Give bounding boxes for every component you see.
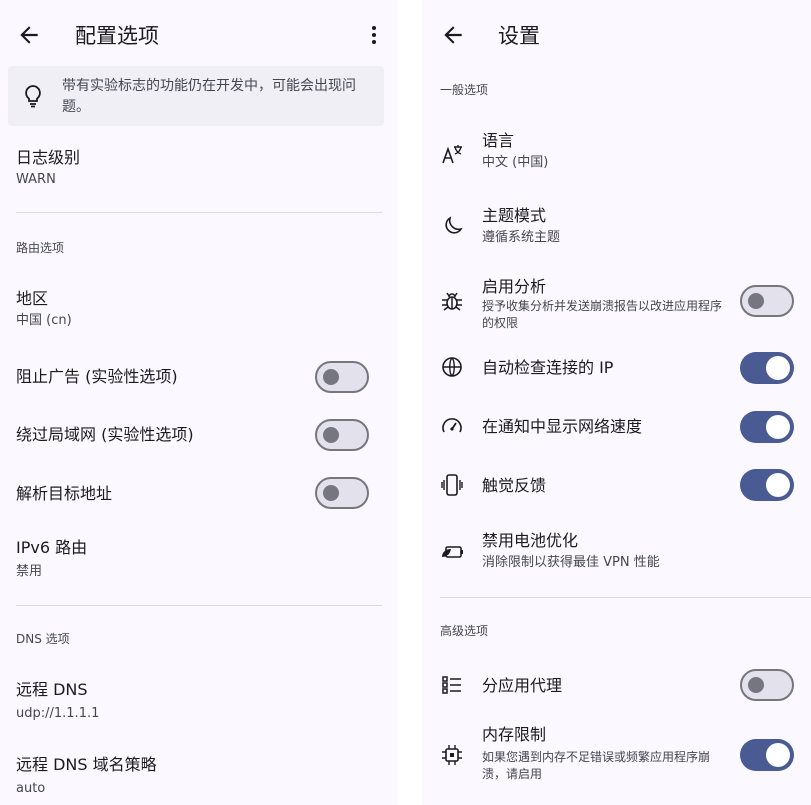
bug-icon xyxy=(442,292,462,311)
translate-icon xyxy=(442,145,462,164)
settings-screen: 设置 一般选项 语言 中文 (中国) 主题模式 遵循系统主题 启用分析 授予收集… xyxy=(422,0,811,805)
theme-mode-value: 遵循系统主题 xyxy=(482,230,561,245)
app-bar: 设置 xyxy=(422,0,811,72)
divider xyxy=(440,597,811,598)
moon-icon xyxy=(445,216,463,234)
resolve-destination-title: 解析目标地址 xyxy=(16,484,113,503)
memory-limit-description: 如果您遇到内存不足错误或频繁应用程序崩溃，请启用 xyxy=(482,750,711,781)
language-value: 中文 (中国) xyxy=(482,155,549,170)
per-app-proxy-title: 分应用代理 xyxy=(482,676,563,695)
page-title: 配置选项 xyxy=(75,24,159,48)
tip-text: 带有实验标志的功能仍在开发中，可能会出现问题。 xyxy=(62,78,356,115)
memory-limit-title: 内存限制 xyxy=(482,725,547,744)
per-app-proxy-switch[interactable] xyxy=(740,669,794,701)
page-title: 设置 xyxy=(498,24,540,48)
divider xyxy=(16,212,382,213)
speedometer-icon xyxy=(442,418,462,433)
analytics-description: 授予收集分析并发送崩溃报告以改进应用程序的权限 xyxy=(482,299,723,330)
battery-leaf-icon xyxy=(442,546,463,558)
analytics-switch[interactable] xyxy=(740,285,794,317)
globe-icon xyxy=(442,357,462,377)
dns-heading: DNS 选项 xyxy=(16,632,70,646)
app-list-icon xyxy=(442,676,461,694)
remote-dns-strategy-title: 远程 DNS 域名策略 xyxy=(16,755,157,774)
memory-limit-switch[interactable] xyxy=(740,739,794,771)
bypass-lan-title: 绕过局域网 (实验性选项) xyxy=(16,425,194,444)
theme-mode-title: 主题模式 xyxy=(482,206,547,225)
remote-dns-value: udp://1.1.1.1 xyxy=(16,706,100,721)
battery-optimization-value: 消除限制以获得最佳 VPN 性能 xyxy=(482,555,660,570)
advanced-heading: 高级选项 xyxy=(440,624,489,638)
remote-dns-title: 远程 DNS xyxy=(16,680,88,699)
log-level-title: 日志级别 xyxy=(16,148,81,167)
auto-check-ip-title: 自动检查连接的 IP xyxy=(482,358,614,377)
back-arrow-icon[interactable] xyxy=(16,22,42,48)
haptic-feedback-title: 触觉反馈 xyxy=(482,476,547,495)
region-title: 地区 xyxy=(16,289,49,308)
network-speed-switch[interactable] xyxy=(740,411,794,443)
language-title: 语言 xyxy=(482,131,515,150)
routing-heading: 路由选项 xyxy=(16,241,65,255)
general-heading: 一般选项 xyxy=(440,83,489,97)
remote-dns-strategy-value: auto xyxy=(16,781,46,796)
experimental-tip-card: 带有实验标志的功能仍在开发中，可能会出现问题。 xyxy=(8,66,384,126)
back-arrow-icon[interactable] xyxy=(440,22,466,48)
auto-check-ip-switch[interactable] xyxy=(740,352,794,384)
more-vert-icon[interactable] xyxy=(365,22,383,48)
lightbulb-icon xyxy=(25,85,41,108)
vibration-icon xyxy=(441,474,463,496)
config-options-screen: 配置选项 带有实验标志的功能仍在开发中，可能会出现问题。 日志级别 WARN 路… xyxy=(0,0,398,805)
log-level-value: WARN xyxy=(16,172,56,187)
app-bar: 配置选项 xyxy=(0,0,398,72)
block-ads-title: 阻止广告 (实验性选项) xyxy=(16,367,178,386)
bypass-lan-switch[interactable] xyxy=(315,419,369,451)
block-ads-switch[interactable] xyxy=(315,361,369,393)
network-speed-title: 在通知中显示网络速度 xyxy=(482,417,643,436)
resolve-destination-switch[interactable] xyxy=(315,477,369,509)
battery-optimization-title: 禁用电池优化 xyxy=(482,531,579,550)
chip-icon xyxy=(442,745,462,765)
divider xyxy=(16,605,382,606)
ipv6-route-value: 禁用 xyxy=(16,564,43,579)
analytics-title: 启用分析 xyxy=(482,277,547,296)
ipv6-route-title: IPv6 路由 xyxy=(16,538,88,557)
haptic-feedback-switch[interactable] xyxy=(740,469,794,501)
region-value: 中国 (cn) xyxy=(16,313,72,328)
